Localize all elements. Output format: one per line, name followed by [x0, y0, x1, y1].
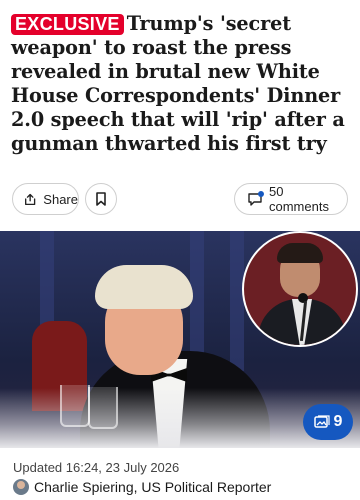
avatar	[13, 479, 29, 495]
comment-icon	[248, 191, 264, 206]
updated-timestamp: Updated 16:24, 23 July 2026	[13, 460, 180, 475]
main-subject-hair	[95, 265, 193, 309]
article-actions: Share 50 comments	[12, 183, 348, 217]
backdrop-stripe	[230, 231, 244, 371]
inset-portrait	[242, 231, 358, 347]
share-label: Share	[43, 191, 78, 207]
author-byline[interactable]: Charlie Spiering, US Political Reporter	[13, 479, 271, 495]
article-headline: EXCLUSIVE Trump's 'secret weapon' to roas…	[11, 12, 353, 156]
comments-label: 50 comments	[268, 184, 329, 214]
wine-glass	[88, 387, 118, 429]
gallery-button[interactable]: 9	[303, 404, 353, 440]
gallery-count: 9	[333, 413, 343, 430]
inset-hair	[277, 243, 323, 263]
author-name: Charlie Spiering, US Political Reporter	[34, 479, 272, 495]
exclusive-badge: EXCLUSIVE	[11, 14, 124, 35]
image-gallery-icon	[313, 415, 330, 428]
comments-button[interactable]: 50 comments	[234, 183, 348, 215]
bookmark-button[interactable]	[85, 183, 117, 215]
share-button[interactable]: Share	[12, 183, 79, 215]
wine-glass	[60, 385, 90, 427]
bookmark-icon	[96, 192, 106, 206]
share-icon	[25, 193, 36, 206]
